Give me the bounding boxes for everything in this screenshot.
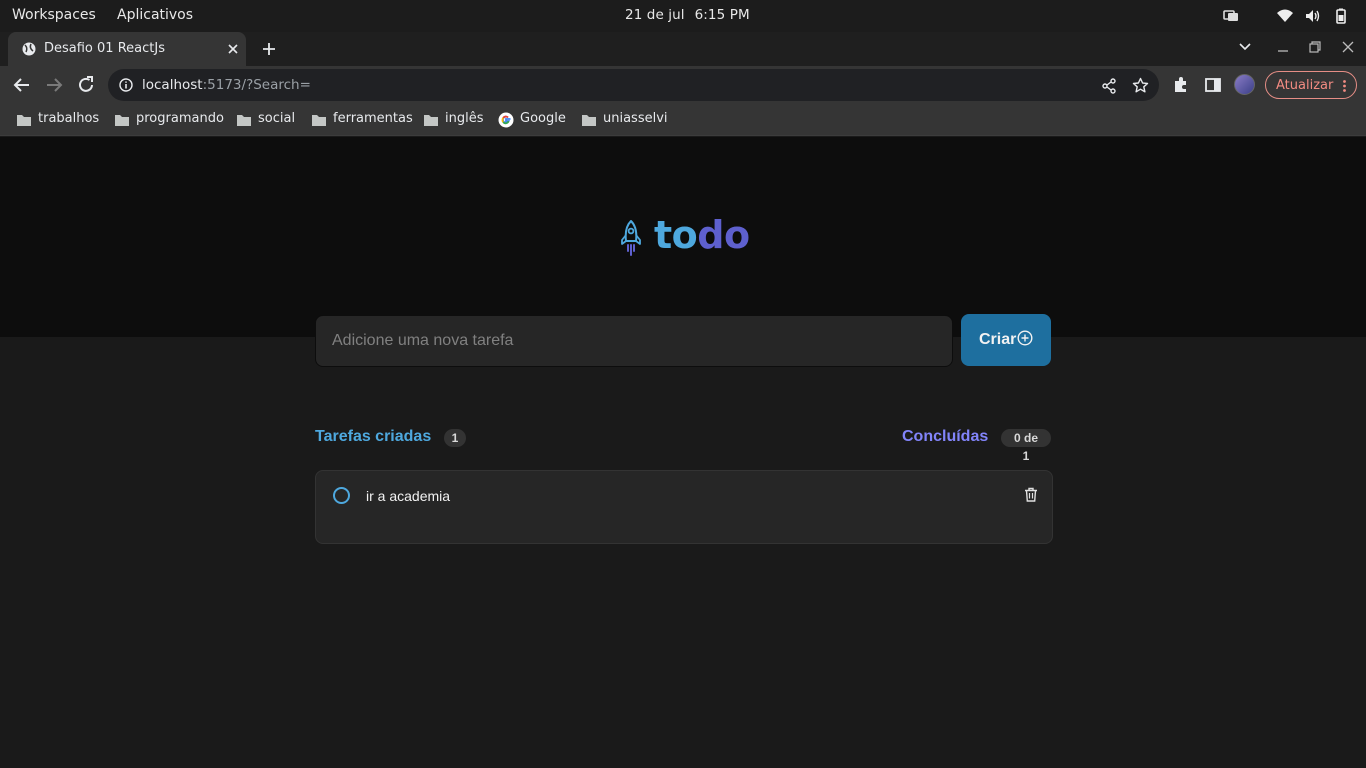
folder-icon [115,115,129,126]
task-text: ir a academia [366,488,451,504]
bookmark-label: uniasselvi [603,111,668,126]
volume-icon[interactable] [1305,8,1321,24]
browser-tab-strip: Desafio 01 ReactJs [0,32,1366,66]
bookmark-star-icon[interactable] [1132,77,1149,94]
share-icon[interactable] [1101,78,1117,94]
task-checkbox[interactable] [333,487,350,504]
logo-to: to [654,213,698,257]
url-text[interactable]: localhost:5173/?Search= [142,77,311,93]
profile-avatar[interactable] [1234,74,1255,95]
google-icon [498,112,514,128]
completed-tasks-count: 0 de 1 [1001,429,1051,463]
applications-menu[interactable]: Aplicativos [117,7,193,23]
app-header: todo [0,137,1366,337]
update-button-label: Atualizar [1276,78,1334,93]
back-icon[interactable] [12,75,32,95]
bookmarks-bar: trabalhos programando social ferramentas… [0,104,1366,136]
close-window-icon[interactable] [1341,40,1355,54]
reload-icon[interactable] [76,75,96,95]
site-info-icon[interactable] [119,78,133,92]
folder-icon [237,115,251,126]
task-item: ir a academia [315,470,1053,544]
clock-time: 6:15 PM [694,7,750,23]
create-task-button[interactable]: Criar [961,314,1051,366]
forward-icon[interactable] [44,75,64,95]
logo-wordmark: todo [654,213,750,257]
tab-search-chevron-icon[interactable] [1238,40,1252,54]
browser-tab[interactable]: Desafio 01 ReactJs [8,32,246,66]
clock[interactable]: 21 de jul 6:15 PM [625,7,750,23]
bookmark-label: inglês [445,111,484,126]
new-task-input[interactable] [315,315,953,367]
bookmark-label: Google [520,111,566,126]
tab-title: Desafio 01 ReactJs [44,41,165,56]
bookmark-label: ferramentas [333,111,413,126]
create-button-label: Criar [979,331,1017,348]
trash-icon[interactable] [1024,487,1038,502]
globe-icon [22,42,36,56]
folder-icon [312,115,326,126]
workspaces-menu[interactable]: Workspaces [12,7,96,23]
screen-share-icon[interactable] [1223,8,1239,24]
extensions-icon[interactable] [1172,76,1190,94]
folder-icon [424,115,438,126]
created-tasks-label: Tarefas criadas [315,428,432,445]
todo-app: todo Criar Tarefas criadas 1 Concluídas … [0,137,1366,768]
new-tab-icon[interactable] [260,40,278,58]
completed-tasks-label: Concluídas [902,428,989,445]
close-tab-icon[interactable] [225,41,241,57]
browser-toolbar: localhost:5173/?Search= Atualizar [0,66,1366,104]
minimize-icon[interactable] [1276,40,1290,54]
folder-icon [17,115,31,126]
bookmark-label: social [258,111,296,126]
url-path: :5173/?Search= [202,77,311,93]
battery-icon[interactable] [1333,8,1349,24]
url-host: localhost [142,77,203,93]
update-button[interactable]: Atualizar [1265,71,1357,99]
os-top-bar: Workspaces Aplicativos 21 de jul 6:15 PM [0,0,1366,32]
wifi-icon[interactable] [1277,8,1293,24]
address-bar[interactable]: localhost:5173/?Search= [108,69,1159,101]
restore-icon[interactable] [1308,40,1322,54]
plus-circle-icon [1017,330,1033,346]
bookmark-label: programando [136,111,224,126]
rocket-icon [621,220,641,256]
logo-do: do [697,213,750,257]
clock-date: 21 de jul [625,7,685,23]
folder-icon [582,115,596,126]
bookmark-label: trabalhos [38,111,100,126]
side-panel-icon[interactable] [1204,76,1222,94]
created-tasks-count: 1 [444,429,466,447]
more-menu-icon [1343,80,1346,92]
task-counters: Tarefas criadas 1 Concluídas 0 de 1 [315,426,1051,463]
